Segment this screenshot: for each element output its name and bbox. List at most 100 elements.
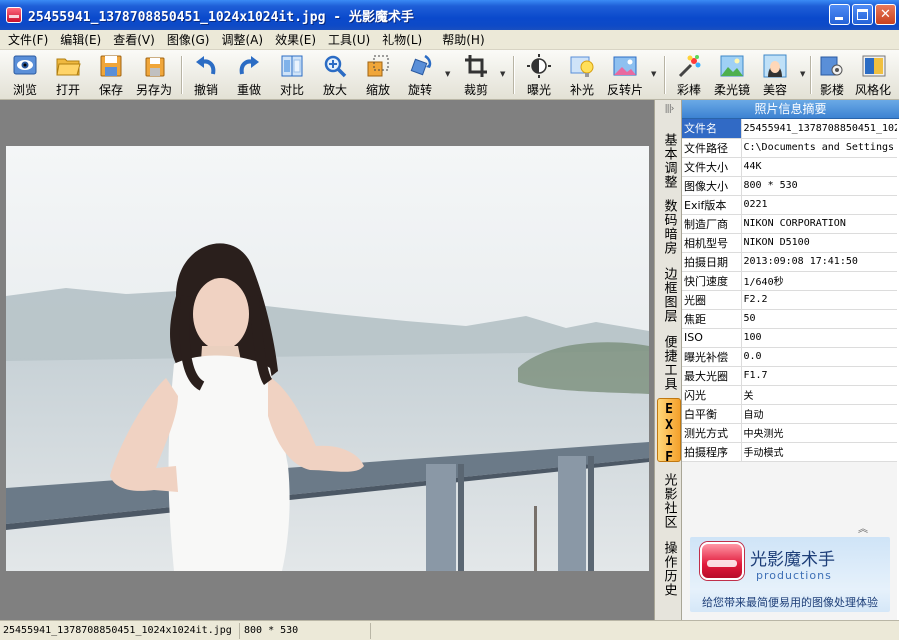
exif-key: 白平衡 xyxy=(682,404,742,424)
tab-exif[interactable]: EXIF xyxy=(657,398,681,466)
crop-dropdown-icon[interactable]: ▼ xyxy=(500,70,508,78)
exposure-button[interactable]: 曝光 xyxy=(517,52,561,98)
tab-history[interactable]: 操作历史 xyxy=(657,538,681,598)
open-button[interactable]: 打开 xyxy=(46,52,90,98)
promo-brand-name: 光影魔术手 xyxy=(750,550,835,570)
save-as-icon xyxy=(141,53,167,79)
beauty-dropdown-icon[interactable]: ▼ xyxy=(800,70,808,78)
close-icon: ✕ xyxy=(880,7,891,22)
exif-value: 2013:09:08 17:41:50 xyxy=(741,252,897,272)
exif-row[interactable]: ISO 100 xyxy=(682,328,897,348)
tab-digital-darkroom-label: 数码暗房 xyxy=(661,199,677,255)
rotate-button[interactable]: 旋转 xyxy=(398,52,442,98)
exif-row[interactable]: 光圈 F2.2 xyxy=(682,290,897,310)
rotate-dropdown-icon[interactable]: ▼ xyxy=(445,70,453,78)
exif-key: 快门速度 xyxy=(682,271,742,291)
menu-file[interactable]: 文件(F) xyxy=(2,31,54,48)
zoom-in-button[interactable]: 放大 xyxy=(313,52,357,98)
menu-view[interactable]: 查看(V) xyxy=(107,31,161,48)
rotate-icon xyxy=(407,53,433,79)
exif-row[interactable]: Exif版本 0221 xyxy=(682,195,897,215)
menu-edit[interactable]: 编辑(E) xyxy=(54,31,107,48)
menu-effects[interactable]: 效果(E) xyxy=(269,31,322,48)
effects-dropdown-icon[interactable]: ▼ xyxy=(651,70,659,78)
tab-digital-darkroom[interactable]: 数码暗房 xyxy=(657,196,681,256)
exif-value: 0.0 xyxy=(741,347,897,367)
crop-button[interactable]: 裁剪 xyxy=(454,52,498,98)
exif-row[interactable]: 白平衡 自动 xyxy=(682,404,897,424)
menu-gifts[interactable]: 礼物(L) xyxy=(376,31,428,48)
exif-row[interactable]: 相机型号 NIKON D5100 xyxy=(682,233,897,253)
save-label: 保存 xyxy=(98,83,123,97)
exif-row[interactable]: 快门速度 1/640秒 xyxy=(682,271,897,291)
save-as-button[interactable]: 另存为 xyxy=(131,52,177,98)
exif-key: 测光方式 xyxy=(682,423,742,443)
exif-row[interactable]: 闪光关 xyxy=(682,385,897,405)
exif-value: 关 xyxy=(741,385,897,405)
exif-row[interactable]: 焦距 50 xyxy=(682,309,897,329)
soft-lens-button[interactable]: 柔光镜 xyxy=(710,52,754,98)
lomo-button[interactable]: 彩棒 xyxy=(667,52,711,98)
fill-light-button[interactable]: 补光 xyxy=(560,52,604,98)
exif-key: 制造厂商 xyxy=(682,214,742,234)
maximize-button[interactable] xyxy=(852,4,873,25)
side-tab-strip: |||› 基本调整 数码暗房 边框图层 便捷工具 EXIF 光影社区 操作历史 xyxy=(654,100,682,620)
redo-button[interactable]: 重做 xyxy=(227,52,271,98)
exif-row[interactable]: 拍摄程序 手动模式 xyxy=(682,442,897,462)
style-button[interactable]: 风格化 xyxy=(853,52,899,98)
zoom-in-icon xyxy=(322,53,348,79)
browse-button[interactable]: 浏览 xyxy=(3,52,47,98)
window-title: 25455941_1378708850451_1024x1024it.jpg -… xyxy=(28,9,414,25)
studio-button[interactable]: 影楼 xyxy=(810,52,854,98)
menu-adjust[interactable]: 调整(A) xyxy=(215,31,269,48)
tab-quick-tools-label: 便捷工具 xyxy=(661,335,677,391)
exif-row[interactable]: 最大光圈 F1.7 xyxy=(682,366,897,386)
style-icon xyxy=(861,53,887,79)
exif-row[interactable]: 文件大小 44K xyxy=(682,157,897,177)
photo-preview[interactable] xyxy=(6,146,649,571)
exif-value: 0221 xyxy=(741,195,897,215)
exif-row[interactable]: 曝光补偿 0.0 xyxy=(682,347,897,367)
exif-value: 手动模式 xyxy=(741,442,897,462)
exif-key: 闪光 xyxy=(682,385,742,405)
minimize-button[interactable] xyxy=(829,4,850,25)
beauty-button[interactable]: 美容 xyxy=(753,52,797,98)
save-button[interactable]: 保存 xyxy=(89,52,133,98)
menu-image[interactable]: 图像(G) xyxy=(161,31,216,48)
resize-button[interactable]: 缩放 xyxy=(356,52,400,98)
exif-key: 曝光补偿 xyxy=(682,347,742,367)
maximize-icon xyxy=(857,9,868,20)
negative-icon xyxy=(612,53,638,79)
toolbar-separator xyxy=(181,56,182,94)
promo-banner[interactable]: 光影魔术手 productions 给您带来最简便易用的图像处理体验 xyxy=(690,537,890,612)
exif-row[interactable]: 测光方式 中央测光 xyxy=(682,423,897,443)
tab-quick-tools[interactable]: 便捷工具 xyxy=(657,332,681,392)
save-icon xyxy=(98,53,124,79)
negative-button[interactable]: 反转片 xyxy=(603,52,647,98)
exif-row[interactable]: 拍摄日期 2013:09:08 17:41:50 xyxy=(682,252,897,272)
exif-row[interactable]: 文件路径 C:\Documents and Settings xyxy=(682,138,897,158)
promo-subtitle: productions xyxy=(756,569,832,582)
canvas-area[interactable] xyxy=(0,100,654,620)
exif-key: 焦距 xyxy=(682,309,742,329)
exif-row[interactable]: 文件名25455941_1378708850451_1024x1024it.jp… xyxy=(682,119,897,139)
exif-row[interactable]: 制造厂商 NIKON CORPORATION xyxy=(682,214,897,234)
menu-tools[interactable]: 工具(U) xyxy=(322,31,376,48)
collapse-up-icon[interactable]: ︽ xyxy=(858,520,868,535)
lomo-label: 彩棒 xyxy=(676,83,701,97)
soft-lens-label: 柔光镜 xyxy=(713,83,750,97)
exif-row[interactable]: 图像大小 800 * 530 xyxy=(682,176,897,196)
compare-button[interactable]: 对比 xyxy=(270,52,314,98)
close-button[interactable]: ✕ xyxy=(875,4,896,25)
app-icon[interactable] xyxy=(6,7,22,23)
tab-frame-layer[interactable]: 边框图层 xyxy=(657,264,681,324)
undo-button[interactable]: 撤销 xyxy=(184,52,228,98)
status-bar: 25455941_1378708850451_1024x1024it.jpg 8… xyxy=(0,620,899,640)
tab-basic-adjust[interactable]: 基本调整 xyxy=(657,130,681,190)
tab-community-label: 光影社区 xyxy=(661,473,677,529)
exif-key: 光圈 xyxy=(682,290,742,310)
tab-community[interactable]: 光影社区 xyxy=(657,470,681,530)
toolbar-separator xyxy=(513,56,514,94)
collapse-panel-icon[interactable]: |||› xyxy=(658,104,680,114)
menu-help[interactable]: 帮助(H) xyxy=(436,31,490,48)
